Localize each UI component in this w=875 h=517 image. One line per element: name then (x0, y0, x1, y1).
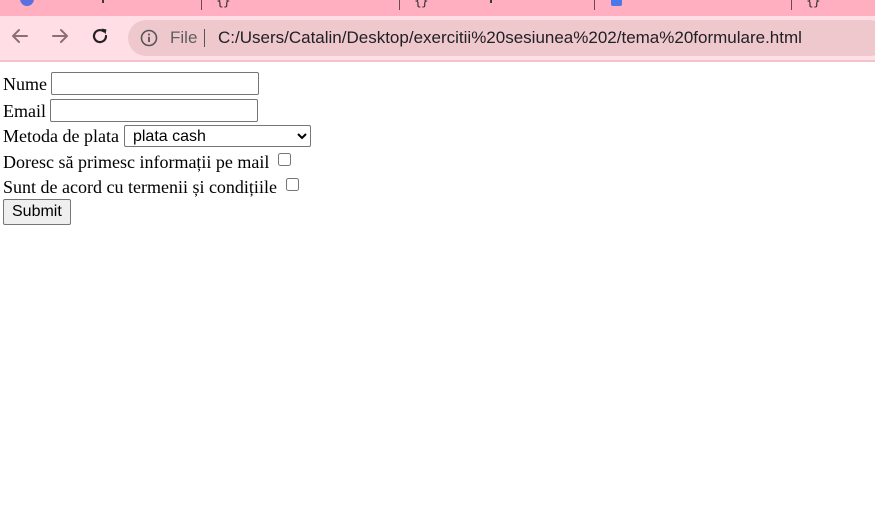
tab-title-fragment (96, 0, 104, 3)
submit-button[interactable]: Submit (3, 199, 71, 225)
metoda-label: Metoda de plata (3, 126, 119, 146)
info-icon[interactable] (140, 29, 158, 47)
url-text[interactable]: C:/Users/Catalin/Desktop/exercitii%20ses… (218, 28, 802, 48)
browser-tab[interactable] (595, 0, 790, 16)
email-row: Email (3, 99, 863, 122)
terms-row: Sunt de acord cu termenii și condițiile (3, 177, 863, 197)
newsletter-checkbox[interactable] (278, 152, 292, 166)
browser-tab[interactable]: {} (202, 0, 402, 16)
browser-tab[interactable]: {} (792, 0, 875, 16)
newsletter-label: Doresc să primesc informații pe mail (3, 152, 270, 172)
back-arrow-icon (12, 29, 28, 43)
browser-tab[interactable]: {} (400, 0, 595, 16)
site-scheme-label: File (170, 28, 198, 47)
registration-form: Nume Email Metoda de plata plata cash Do… (3, 72, 863, 225)
code-file-icon: {} (806, 0, 821, 9)
nume-label: Nume (3, 73, 47, 94)
browser-tab[interactable] (0, 0, 200, 16)
reload-icon (92, 28, 108, 44)
omnibox-divider (204, 29, 205, 47)
nume-row: Nume (3, 72, 863, 95)
code-file-icon: {} (414, 0, 429, 9)
tab-favicon-icon (20, 0, 34, 6)
email-label: Email (3, 100, 46, 121)
reload-button[interactable] (86, 22, 114, 50)
back-button[interactable] (6, 22, 34, 50)
tab-title-fragment (484, 0, 492, 3)
email-input[interactable] (50, 99, 258, 122)
terms-checkbox[interactable] (285, 177, 299, 191)
nume-input[interactable] (51, 72, 259, 95)
address-bar[interactable]: File C:/Users/Catalin/Desktop/exercitii%… (128, 20, 875, 56)
forward-button[interactable] (46, 22, 74, 50)
payment-method-select[interactable]: plata cash (123, 125, 311, 147)
code-file-icon: {} (216, 0, 231, 9)
submit-row: Submit (3, 197, 863, 225)
tab-strip: {} {} {} (0, 0, 875, 16)
document-icon (611, 0, 622, 6)
forward-arrow-icon (52, 29, 68, 43)
metoda-row: Metoda de plata plata cash (3, 125, 863, 147)
newsletter-row: Doresc să primesc informații pe mail (3, 152, 863, 172)
browser-toolbar: File C:/Users/Catalin/Desktop/exercitii%… (0, 16, 875, 62)
terms-label: Sunt de acord cu termenii și condițiile (3, 177, 277, 197)
